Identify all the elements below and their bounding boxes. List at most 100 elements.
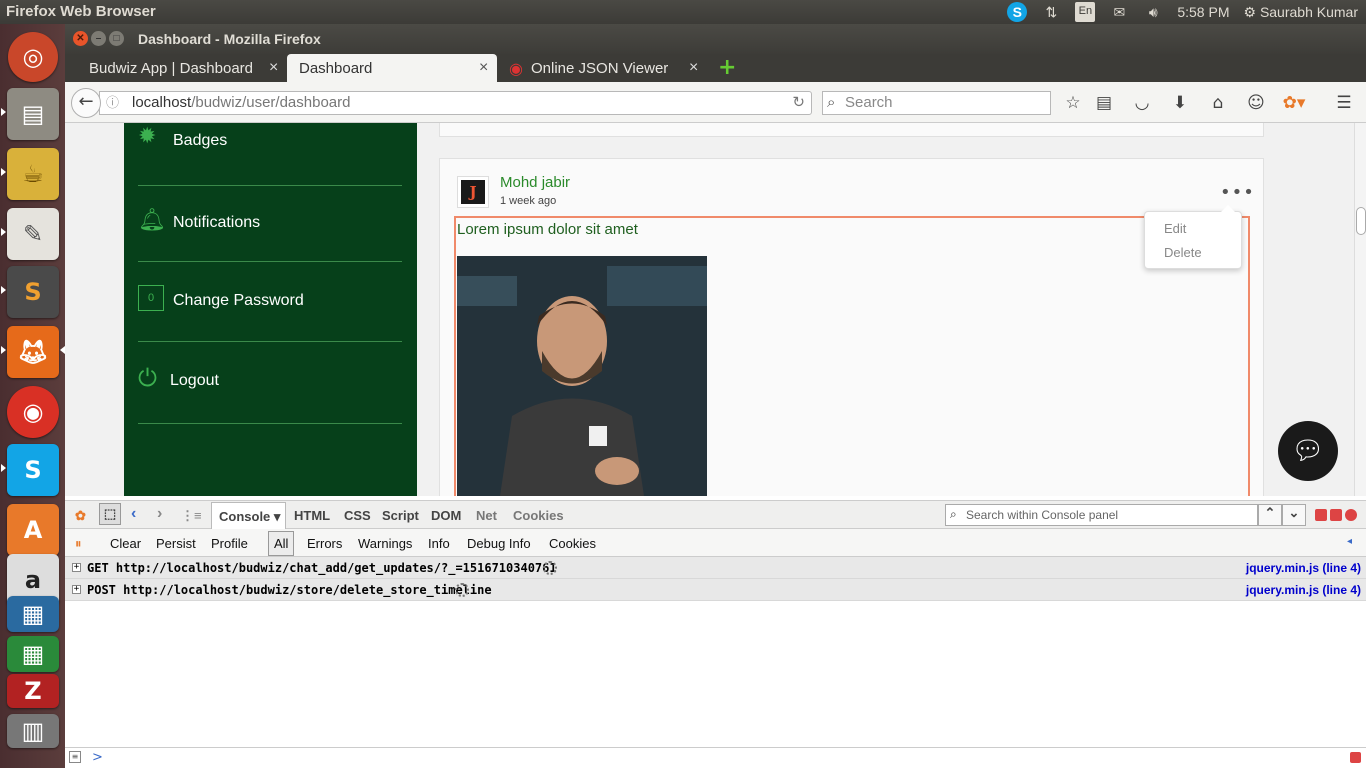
firebug-icon[interactable]: ✿▾ xyxy=(1282,91,1306,115)
clear-button[interactable]: Clear xyxy=(110,536,141,551)
bookmarks-menu-icon[interactable]: ▤ xyxy=(1092,91,1116,115)
active-app-title: Firefox Web Browser xyxy=(6,3,156,20)
tab-console[interactable]: Console ▾ xyxy=(211,502,286,529)
filter-warnings-button[interactable]: Warnings xyxy=(358,536,412,551)
more-options-icon[interactable]: ••• xyxy=(1220,184,1255,202)
sublime-text-icon[interactable]: S xyxy=(7,266,59,318)
post-timestamp: 1 week ago xyxy=(500,195,557,207)
clock[interactable]: 5:58 PM xyxy=(1177,4,1229,20)
window-minimize-button[interactable]: – xyxy=(91,31,106,46)
tab-budwiz-app[interactable]: Budwiz App | Dashboard × xyxy=(65,54,287,82)
files-icon[interactable]: ▤ xyxy=(7,88,59,140)
firebug-close-icon[interactable] xyxy=(1345,509,1357,521)
filter-errors-button[interactable]: Errors xyxy=(307,536,342,551)
tab-css[interactable]: CSS xyxy=(344,508,371,523)
url-bar[interactable]: ⓘ localhost/budwiz/user/dashboard ↻ xyxy=(99,91,812,115)
inspect-element-icon[interactable]: ⬚ xyxy=(99,503,121,525)
user-menu[interactable]: ⚙ Saurabh Kumar xyxy=(1243,4,1358,21)
teapot-app-icon[interactable]: ☕ xyxy=(7,148,59,200)
site-info-icon[interactable]: ⓘ xyxy=(106,92,119,114)
search-prev-button[interactable]: ⌃ xyxy=(1258,504,1282,526)
console-log-row[interactable]: + POST http://localhost/budwiz/store/del… xyxy=(65,579,1366,601)
chat-launcher-button[interactable]: 💬︎ xyxy=(1278,421,1338,481)
volume-icon[interactable]: 🔊︎ xyxy=(1143,2,1163,22)
back-button[interactable]: ← xyxy=(71,88,101,118)
bookmark-star-icon[interactable]: ☆ xyxy=(1061,91,1085,115)
filezilla-icon[interactable]: Z xyxy=(7,674,59,708)
software-center-icon[interactable]: A xyxy=(7,504,59,556)
console-search-input[interactable]: ⌕ Search within Console panel xyxy=(945,504,1258,526)
tab-cookies[interactable]: Cookies xyxy=(513,508,564,523)
avatar[interactable]: J xyxy=(457,176,489,208)
ubuntu-dash-icon[interactable]: ◎ xyxy=(8,32,58,82)
tab-close-icon[interactable]: × xyxy=(269,59,278,77)
downloads-icon[interactable]: ⬇ xyxy=(1168,91,1192,115)
window-close-button[interactable]: ✕ xyxy=(73,31,88,46)
dashboard-sidebar: ✹ Badges 🔔︎ Notifications 0 Change Passw… xyxy=(124,123,417,496)
search-next-button[interactable]: ⌄ xyxy=(1282,504,1306,526)
search-icon: ⌕ xyxy=(827,94,836,111)
filter-all-button[interactable]: All xyxy=(268,531,295,556)
home-icon[interactable]: ⌂ xyxy=(1206,91,1230,115)
log-source-link[interactable]: jquery.min.js (line 4) xyxy=(1246,557,1361,579)
spreadsheet-icon[interactable]: ▦ xyxy=(7,636,59,672)
back-arrow-icon[interactable]: ‹ xyxy=(131,505,136,523)
console-log-row[interactable]: + GET http://localhost/budwiz/chat_add/g… xyxy=(65,557,1366,579)
filter-info-button[interactable]: Info xyxy=(428,536,450,551)
tab-html[interactable]: HTML xyxy=(294,508,330,523)
new-tab-button[interactable]: + xyxy=(718,55,736,80)
firebug-minimize-icon[interactable] xyxy=(1315,509,1327,521)
profile-button[interactable]: Profile xyxy=(211,536,248,551)
tab-dom[interactable]: DOM xyxy=(431,508,461,523)
menu-item-edit[interactable]: Edit xyxy=(1164,221,1186,236)
hamburger-menu-icon[interactable]: ☰ xyxy=(1332,91,1356,115)
firebug-logo-icon[interactable]: ✿ xyxy=(75,508,86,524)
command-editor-toggle-icon[interactable]: ≡ xyxy=(69,751,81,763)
lock-icon: 0 xyxy=(138,285,164,311)
text-editor-icon[interactable]: ✎ xyxy=(7,208,59,260)
expand-icon[interactable]: + xyxy=(72,563,81,572)
log-source-link[interactable]: jquery.min.js (line 4) xyxy=(1246,579,1361,601)
filter-debug-info-button[interactable]: Debug Info xyxy=(467,536,531,551)
tab-json-viewer[interactable]: ◉ Online JSON Viewer × xyxy=(505,54,707,82)
tab-net[interactable]: Net xyxy=(476,508,497,523)
tab-close-icon[interactable]: × xyxy=(689,59,698,77)
ebook-reader-icon[interactable]: ▦ xyxy=(7,596,59,632)
post-image[interactable] xyxy=(457,256,707,496)
expand-icon[interactable]: + xyxy=(72,585,81,594)
tab-dashboard[interactable]: Dashboard × xyxy=(287,54,497,82)
trash-icon[interactable]: ▥ xyxy=(7,714,59,748)
chrome-icon[interactable]: ◉ xyxy=(7,386,59,438)
page-scrollbar[interactable] xyxy=(1354,123,1366,496)
badge-icon: ✹ xyxy=(138,123,157,148)
reload-icon[interactable]: ↻ xyxy=(792,92,805,114)
error-indicator-icon[interactable] xyxy=(1350,752,1361,763)
scrollbar-thumb[interactable] xyxy=(1356,207,1366,235)
skype-icon[interactable]: S xyxy=(7,444,59,496)
pocket-icon[interactable]: ◡ xyxy=(1130,91,1154,115)
keyboard-layout-indicator[interactable]: En xyxy=(1075,2,1096,22)
console-command-line[interactable]: ≡ > xyxy=(65,747,1366,768)
firefox-icon[interactable]: 🦊︎ xyxy=(7,326,59,378)
navigation-toolbar: ⓘ localhost/budwiz/user/dashboard ↻ ← ⌕ … xyxy=(65,82,1366,123)
mail-icon[interactable]: ✉ xyxy=(1109,2,1129,22)
network-icon[interactable]: ⇅ xyxy=(1041,2,1061,22)
previous-post-card xyxy=(439,123,1264,137)
search-bar[interactable]: ⌕ Search xyxy=(822,91,1051,115)
persist-button[interactable]: Persist xyxy=(156,536,196,551)
console-options-icon[interactable]: ⏸ xyxy=(75,536,82,552)
tab-script[interactable]: Script xyxy=(382,508,419,523)
sidebar-item-label: Logout xyxy=(170,372,219,389)
toggle-panel-icon[interactable]: ◂ xyxy=(1347,536,1352,547)
firebug-detach-icon[interactable] xyxy=(1330,509,1342,521)
command-prompt: > xyxy=(92,750,103,765)
filter-cookies-button[interactable]: Cookies xyxy=(549,536,596,551)
forward-arrow-icon[interactable]: › xyxy=(157,505,162,523)
menu-item-delete[interactable]: Delete xyxy=(1164,245,1202,260)
command-editor-icon[interactable]: ⋮≡ xyxy=(181,508,202,524)
skype-tray-icon[interactable]: S xyxy=(1007,2,1028,22)
tab-close-icon[interactable]: × xyxy=(479,59,488,77)
chat-bubble-icon[interactable]: ☺ xyxy=(1244,91,1268,115)
post-author[interactable]: Mohd jabir xyxy=(500,174,570,191)
window-maximize-button[interactable]: □ xyxy=(109,31,124,46)
